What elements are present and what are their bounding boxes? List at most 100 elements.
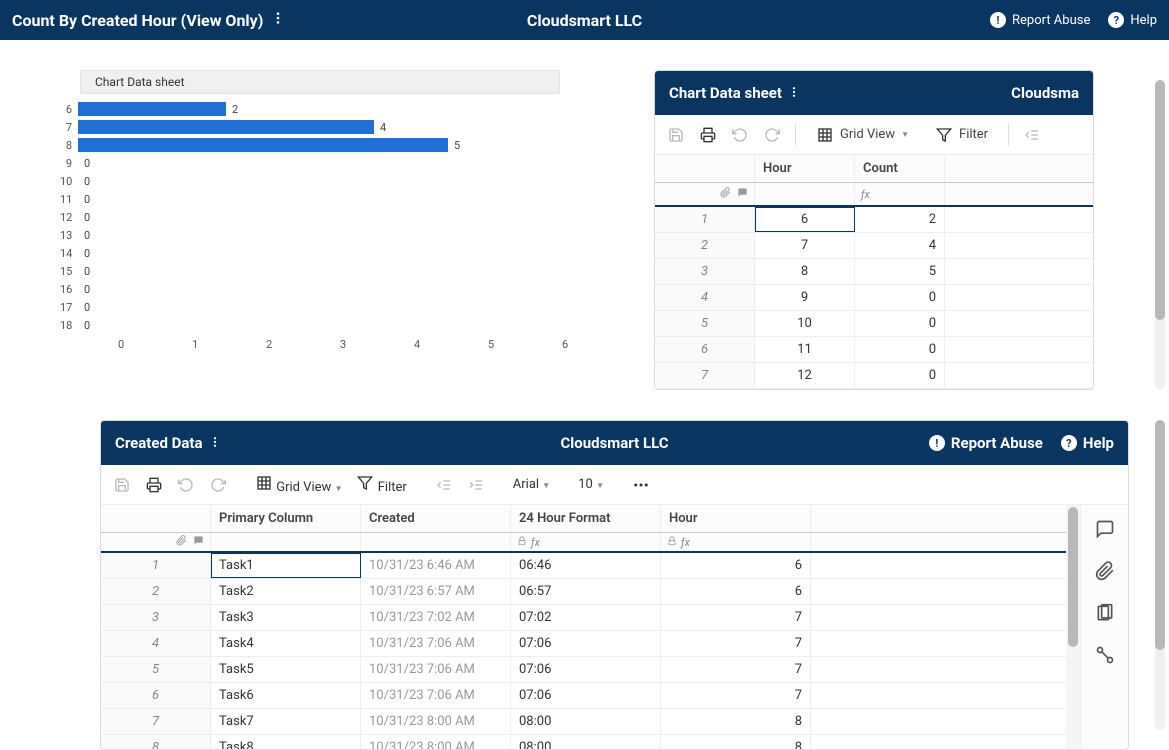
table-row[interactable]: 5100 — [655, 311, 1093, 337]
table-row[interactable]: 5Task510/31/23 7:06 AM07:067 — [101, 657, 1066, 683]
table-row[interactable]: 4Task410/31/23 7:06 AM07:067 — [101, 631, 1066, 657]
outdent-icon[interactable] — [1023, 126, 1041, 144]
page-scrollbar[interactable] — [1155, 80, 1165, 390]
cell-hour[interactable]: 11 — [755, 337, 855, 362]
brandfolder-icon[interactable] — [1095, 645, 1115, 669]
cell-primary[interactable]: Task1 — [211, 553, 361, 578]
cell-hour[interactable]: 7 — [661, 605, 811, 630]
column-count[interactable]: Count — [855, 155, 945, 182]
size-select[interactable]: 10 ▼ — [578, 477, 604, 492]
filter-button[interactable]: Filter — [356, 474, 406, 495]
cell-created[interactable]: 10/31/23 7:06 AM — [361, 683, 511, 708]
more-icon[interactable] — [632, 476, 650, 494]
created-data-menu-icon[interactable] — [209, 434, 221, 452]
cell-24h[interactable]: 07:06 — [511, 631, 661, 656]
grid-view-button[interactable]: Grid View ▼ — [255, 474, 342, 495]
table-row[interactable]: 162 — [655, 207, 1093, 233]
page-scrollbar-bottom[interactable] — [1155, 420, 1165, 730]
table-row[interactable]: 2Task210/31/23 6:57 AM06:576 — [101, 579, 1066, 605]
cell-count[interactable]: 0 — [855, 363, 945, 388]
cell-hour[interactable]: 6 — [661, 553, 811, 578]
cell-24h[interactable]: 07:06 — [511, 657, 661, 682]
cell-hour[interactable]: 7 — [661, 631, 811, 656]
cell-hour[interactable]: 8 — [661, 709, 811, 734]
cell-created[interactable]: 10/31/23 7:06 AM — [361, 631, 511, 656]
help-link[interactable]: ? Help — [1108, 12, 1157, 28]
table-row[interactable]: 385 — [655, 259, 1093, 285]
chart-sheet-grid[interactable]: Hour Count ƒx 16227438549051006110712081 — [655, 155, 1093, 389]
cell-created[interactable]: 10/31/23 7:06 AM — [361, 657, 511, 682]
table-row[interactable]: 7Task710/31/23 8:00 AM08:008 — [101, 709, 1066, 735]
print-icon[interactable] — [699, 126, 717, 144]
cell-24h[interactable]: 08:00 — [511, 735, 661, 749]
undo-icon[interactable] — [177, 476, 195, 494]
cell-24h[interactable]: 06:46 — [511, 553, 661, 578]
cell-hour[interactable]: 7 — [661, 683, 811, 708]
cell-primary[interactable]: Task5 — [211, 657, 361, 682]
cell-24h[interactable]: 06:57 — [511, 579, 661, 604]
cell-created[interactable]: 10/31/23 8:00 AM — [361, 709, 511, 734]
cell-24h[interactable]: 07:06 — [511, 683, 661, 708]
table-row[interactable]: 274 — [655, 233, 1093, 259]
cell-hour[interactable]: 9 — [755, 285, 855, 310]
cell-count[interactable]: 0 — [855, 311, 945, 336]
column-hour[interactable]: Hour — [755, 155, 855, 182]
save-icon[interactable] — [113, 476, 131, 494]
report-abuse-link[interactable]: ! Report Abuse — [990, 12, 1090, 28]
table-row[interactable]: 8Task810/31/23 8:00 AM08:008 — [101, 735, 1066, 749]
cell-primary[interactable]: Task3 — [211, 605, 361, 630]
indent-icon[interactable] — [467, 476, 485, 494]
undo-icon[interactable] — [731, 126, 749, 144]
save-icon[interactable] — [667, 126, 685, 144]
column-primary[interactable]: Primary Column — [211, 505, 361, 532]
grid-scrollbar[interactable] — [1066, 505, 1080, 749]
filter-button[interactable]: Filter — [929, 122, 994, 148]
help-link[interactable]: ? Help — [1061, 434, 1114, 452]
chart-tab[interactable]: Chart Data sheet — [80, 70, 560, 94]
table-row[interactable]: 6110 — [655, 337, 1093, 363]
conversations-icon[interactable] — [1095, 519, 1115, 543]
cell-primary[interactable]: Task7 — [211, 709, 361, 734]
cell-count[interactable]: 2 — [855, 207, 945, 232]
cell-24h[interactable]: 07:02 — [511, 605, 661, 630]
chart-sheet-menu-icon[interactable] — [788, 84, 800, 102]
cell-created[interactable]: 10/31/23 7:02 AM — [361, 605, 511, 630]
cell-primary[interactable]: Task2 — [211, 579, 361, 604]
cell-24h[interactable]: 08:00 — [511, 709, 661, 734]
title-menu-icon[interactable] — [271, 11, 285, 29]
table-row[interactable]: 3Task310/31/23 7:02 AM07:027 — [101, 605, 1066, 631]
cell-created[interactable]: 10/31/23 6:46 AM — [361, 553, 511, 578]
cell-hour[interactable]: 12 — [755, 363, 855, 388]
cell-created[interactable]: 10/31/23 6:57 AM — [361, 579, 511, 604]
cell-hour[interactable]: 6 — [755, 207, 855, 232]
cell-primary[interactable]: Task8 — [211, 735, 361, 749]
attachments-icon[interactable] — [1095, 561, 1115, 585]
redo-icon[interactable] — [209, 476, 227, 494]
proofs-icon[interactable] — [1095, 603, 1115, 627]
cell-hour[interactable]: 7 — [661, 657, 811, 682]
table-row[interactable]: 7120 — [655, 363, 1093, 389]
cell-hour[interactable]: 8 — [661, 735, 811, 749]
outdent-icon[interactable] — [435, 476, 453, 494]
cell-count[interactable]: 0 — [855, 285, 945, 310]
table-row[interactable]: 490 — [655, 285, 1093, 311]
cell-primary[interactable]: Task6 — [211, 683, 361, 708]
redo-icon[interactable] — [763, 126, 781, 144]
cell-primary[interactable]: Task4 — [211, 631, 361, 656]
column-created[interactable]: Created — [361, 505, 511, 532]
cell-hour[interactable]: 10 — [755, 311, 855, 336]
cell-count[interactable]: 4 — [855, 233, 945, 258]
cell-hour[interactable]: 8 — [755, 259, 855, 284]
cell-hour[interactable]: 7 — [755, 233, 855, 258]
cell-created[interactable]: 10/31/23 8:00 AM — [361, 735, 511, 749]
cell-count[interactable]: 5 — [855, 259, 945, 284]
print-icon[interactable] — [145, 476, 163, 494]
cell-count[interactable]: 0 — [855, 337, 945, 362]
created-data-grid[interactable]: Primary Column Created 24 Hour Format Ho… — [101, 505, 1066, 749]
font-select[interactable]: Arial ▼ — [513, 477, 550, 492]
grid-view-button[interactable]: Grid View ▼ — [810, 122, 915, 148]
report-abuse-link[interactable]: ! Report Abuse — [929, 434, 1043, 452]
cell-hour[interactable]: 6 — [661, 579, 811, 604]
table-row[interactable]: 6Task610/31/23 7:06 AM07:067 — [101, 683, 1066, 709]
table-row[interactable]: 1Task110/31/23 6:46 AM06:466 — [101, 553, 1066, 579]
